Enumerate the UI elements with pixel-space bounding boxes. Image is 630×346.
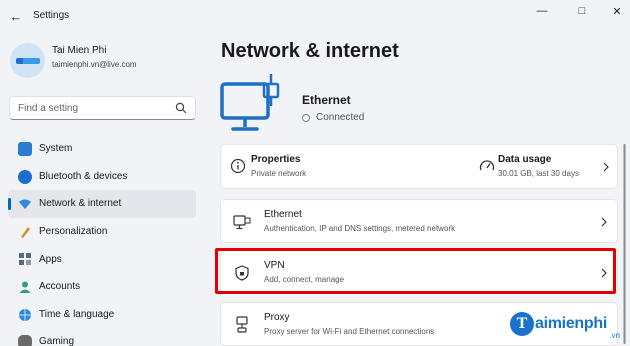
close-icon[interactable]: ✕: [595, 0, 630, 22]
vpn-card[interactable]: VPN Add, connect, manage: [220, 250, 618, 294]
brush-icon: [21, 226, 30, 238]
vpn-card-subtitle: Add, connect, manage: [264, 275, 345, 284]
avatar-logo-icon: [15, 57, 40, 64]
properties-subtitle: Private network: [251, 169, 307, 178]
main-content: Network & internet Ethernet Connected Pr…: [205, 32, 630, 346]
vpn-card-title: VPN: [264, 260, 285, 271]
apps-icon: [19, 253, 31, 266]
summary-card: Properties Private network Data usage 30…: [220, 144, 618, 189]
sidebar-item-label: Gaming: [39, 336, 75, 346]
sidebar-item-apps[interactable]: Apps: [8, 245, 196, 273]
sidebar-nav: System Bluetooth & devices Network & int…: [8, 135, 196, 346]
chevron-right-icon: [603, 162, 609, 172]
app-title: Settings: [33, 10, 70, 21]
sidebar-item-system[interactable]: System: [8, 135, 196, 163]
sidebar-item-bluetooth[interactable]: Bluetooth & devices: [8, 163, 196, 191]
chevron-right-icon: [601, 217, 607, 227]
sidebar-item-network[interactable]: Network & internet: [8, 190, 196, 218]
page-title: Network & internet: [221, 40, 399, 62]
sidebar-item-accounts[interactable]: Accounts: [8, 273, 196, 301]
properties-title: Properties: [251, 154, 301, 165]
proxy-card-title: Proxy: [264, 312, 290, 323]
info-icon: [230, 158, 246, 174]
ethernet-icon: [233, 215, 251, 230]
user-name: Tai Mien Phi: [52, 45, 107, 56]
connection-name: Ethernet: [302, 93, 351, 107]
sidebar-item-label: Time & language: [39, 308, 115, 320]
ethernet-monitor-icon: [220, 74, 280, 131]
data-usage-subtitle: 30.01 GB, last 30 days: [498, 169, 579, 178]
title-bar: ← Settings — □ ✕: [0, 0, 630, 32]
data-usage-title: Data usage: [498, 154, 552, 165]
connected-globe-icon: [302, 113, 310, 122]
user-email: taimienphi.vn@live.com: [52, 60, 137, 69]
proxy-icon: [236, 316, 248, 333]
ethernet-card-title: Ethernet: [264, 209, 302, 220]
chevron-right-icon: [601, 268, 607, 278]
sidebar-item-label: Personalization: [39, 226, 108, 238]
search-placeholder: Find a setting: [18, 103, 79, 114]
sidebar-item-time-language[interactable]: Time & language: [8, 301, 196, 329]
sidebar-item-label: Network & internet: [39, 198, 122, 210]
accounts-icon: [19, 281, 31, 293]
search-icon: [175, 102, 187, 114]
watermark-text: aimienphi: [535, 315, 607, 332]
connection-status-label: Connected: [316, 112, 365, 123]
proxy-card-subtitle: Proxy server for Wi-Fi and Ethernet conn…: [264, 327, 435, 336]
shield-icon: [235, 265, 249, 281]
data-usage-button[interactable]: Data usage 30.01 GB, last 30 days: [471, 145, 619, 190]
search-input[interactable]: Find a setting: [9, 96, 196, 120]
ethernet-card[interactable]: Ethernet Authentication, IP and DNS sett…: [220, 199, 618, 243]
sidebar-item-label: Accounts: [39, 281, 81, 293]
system-icon: [18, 142, 32, 156]
avatar[interactable]: [10, 43, 45, 78]
minimize-icon[interactable]: —: [520, 0, 564, 22]
wifi-icon: [19, 199, 31, 210]
globe-icon: [19, 308, 31, 321]
bluetooth-icon: [18, 169, 32, 184]
watermark-suffix: .vn: [609, 331, 620, 340]
sidebar-item-gaming[interactable]: Gaming: [8, 328, 196, 346]
sidebar-item-label: Bluetooth & devices: [39, 170, 128, 182]
sidebar-item-personalization[interactable]: Personalization: [8, 218, 196, 246]
sidebar-item-label: System: [39, 143, 73, 155]
watermark-letter: T: [510, 312, 534, 336]
gauge-icon: [479, 160, 495, 171]
ethernet-card-subtitle: Authentication, IP and DNS settings, met…: [264, 224, 456, 233]
gaming-icon: [18, 335, 32, 346]
properties-button[interactable]: Properties Private network: [221, 145, 420, 190]
watermark-logo: T aimienphi .vn: [510, 306, 628, 342]
sidebar: Tai Mien Phi taimienphi.vn@live.com Find…: [0, 32, 205, 346]
back-arrow-icon[interactable]: ←: [8, 8, 24, 24]
sidebar-item-label: Apps: [39, 253, 62, 265]
connection-status: Connected: [302, 112, 364, 123]
active-indicator: [8, 198, 11, 211]
